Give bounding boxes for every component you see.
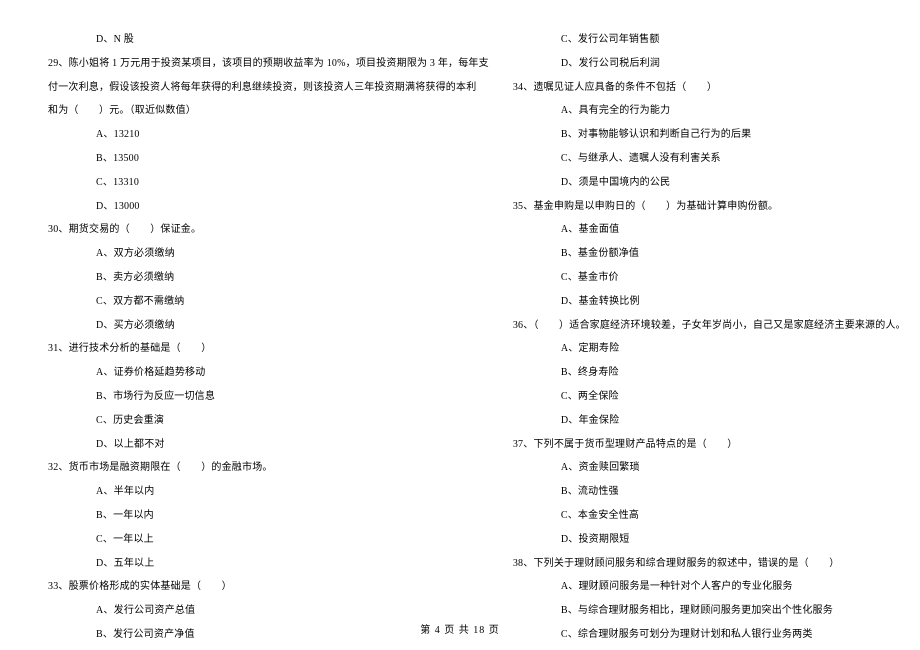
right-column: C、发行公司年销售额 D、发行公司税后利润 34、遗嘱见证人应具备的条件不包括（…: [513, 28, 906, 595]
question-text: 35、基金申购是以申购日的（ ）为基础计算申购份额。: [513, 195, 906, 219]
option-text: C、与继承人、遗嘱人没有利害关系: [513, 147, 906, 171]
option-text: C、一年以上: [48, 528, 489, 552]
option-text: B、卖方必须缴纳: [48, 266, 489, 290]
question-text: 31、进行技术分析的基础是（ ）: [48, 337, 489, 361]
question-text: 38、下列关于理财顾问服务和综合理财服务的叙述中，错误的是（ ）: [513, 552, 906, 576]
option-text: B、一年以内: [48, 504, 489, 528]
option-text: D、五年以上: [48, 552, 489, 576]
option-text: D、13000: [48, 195, 489, 219]
option-text: B、终身寿险: [513, 361, 906, 385]
option-text: D、年金保险: [513, 409, 906, 433]
question-text: 37、下列不属于货币型理财产品特点的是（ ）: [513, 433, 906, 457]
option-text: C、历史会重演: [48, 409, 489, 433]
page-footer: 第 4 页 共 18 页: [0, 621, 920, 636]
option-text: D、以上都不对: [48, 433, 489, 457]
option-text: B、流动性强: [513, 480, 906, 504]
page-container: D、N 股 29、陈小姐将 1 万元用于投资某项目，该项目的预期收益率为 10%…: [0, 0, 920, 605]
left-column: D、N 股 29、陈小姐将 1 万元用于投资某项目，该项目的预期收益率为 10%…: [48, 28, 489, 595]
option-text: A、具有完全的行为能力: [513, 99, 906, 123]
question-text: 和为（ ）元。（取近似数值）: [48, 99, 489, 123]
option-text: A、基金面值: [513, 218, 906, 242]
question-text: 32、货币市场是融资期限在（ ）的金融市场。: [48, 456, 489, 480]
question-text: 29、陈小姐将 1 万元用于投资某项目，该项目的预期收益率为 10%，项目投资期…: [48, 52, 489, 76]
option-text: A、发行公司资产总值: [48, 599, 489, 623]
option-text: C、发行公司年销售额: [513, 28, 906, 52]
option-text: C、双方都不需缴纳: [48, 290, 489, 314]
question-text: 33、股票价格形成的实体基础是（ ）: [48, 575, 489, 599]
option-text: A、资金赎回繁琐: [513, 456, 906, 480]
option-text: B、市场行为反应一切信息: [48, 385, 489, 409]
option-text: D、发行公司税后利润: [513, 52, 906, 76]
option-text: C、基金市价: [513, 266, 906, 290]
option-text: A、定期寿险: [513, 337, 906, 361]
option-text: B、对事物能够认识和判断自己行为的后果: [513, 123, 906, 147]
option-text: B、基金份额净值: [513, 242, 906, 266]
question-text: 34、遗嘱见证人应具备的条件不包括（ ）: [513, 76, 906, 100]
question-text: 付一次利息，假设该投资人将每年获得的利息继续投资，则该投资人三年投资期满将获得的…: [48, 76, 489, 100]
option-text: D、投资期限短: [513, 528, 906, 552]
question-text: 36、（ ）适合家庭经济环境较差，子女年岁尚小，自己又是家庭经济主要来源的人。: [513, 314, 906, 338]
option-text: C、13310: [48, 171, 489, 195]
option-text: D、基金转换比例: [513, 290, 906, 314]
option-text: D、买方必须缴纳: [48, 314, 489, 338]
option-text: B、与综合理财服务相比，理财顾问服务更加突出个性化服务: [513, 599, 906, 623]
option-text: A、双方必须缴纳: [48, 242, 489, 266]
question-text: 30、期货交易的（ ）保证金。: [48, 218, 489, 242]
option-text: A、13210: [48, 123, 489, 147]
option-text: D、须是中国境内的公民: [513, 171, 906, 195]
option-text: B、13500: [48, 147, 489, 171]
option-text: A、理财顾问服务是一种针对个人客户的专业化服务: [513, 575, 906, 599]
option-text: D、N 股: [48, 28, 489, 52]
option-text: A、证券价格延趋势移动: [48, 361, 489, 385]
option-text: C、本金安全性高: [513, 504, 906, 528]
option-text: A、半年以内: [48, 480, 489, 504]
option-text: C、两全保险: [513, 385, 906, 409]
